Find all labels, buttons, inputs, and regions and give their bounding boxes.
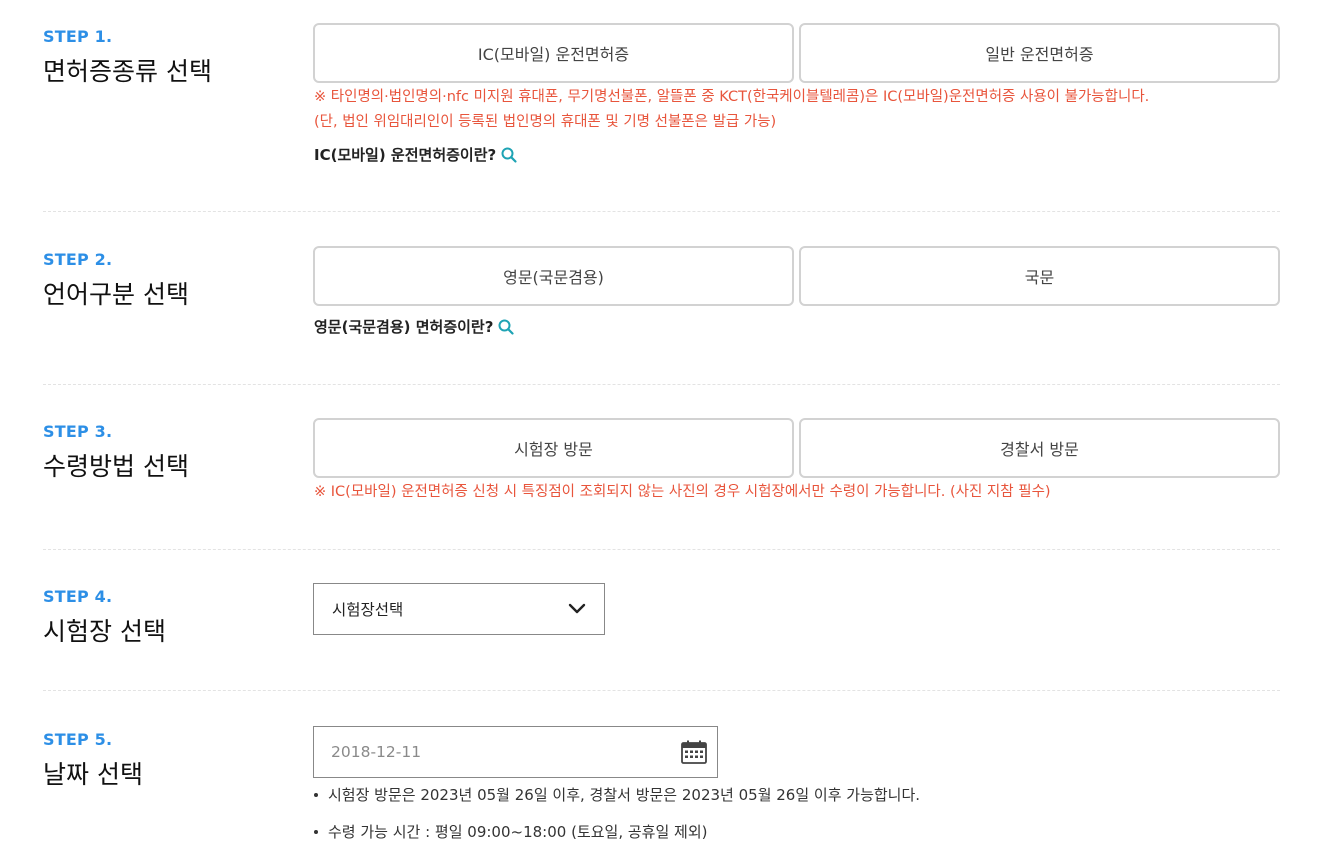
ic-license-info-link[interactable]: IC(모바일) 운전면허증이란? xyxy=(314,144,518,165)
english-license-info-label: 영문(국문겸용) 면허증이란? xyxy=(314,318,494,336)
step-4-number: STEP 4. xyxy=(43,587,113,606)
step-4-title: 시험장 선택 xyxy=(43,617,166,646)
step-2-title: 언어구분 선택 xyxy=(43,280,189,309)
step-3-title: 수령방법 선택 xyxy=(43,452,189,481)
language-korean-button[interactable]: 국문 xyxy=(799,246,1280,306)
date-note-1: 시험장 방문은 2023년 05월 26일 이후, 경찰서 방문은 2023년 … xyxy=(314,784,920,805)
divider xyxy=(43,690,1280,691)
pickup-police-station-button[interactable]: 경찰서 방문 xyxy=(799,418,1280,478)
license-type-warning-1: ※ 타인명의·법인명의·nfc 미지원 휴대폰, 무기명선불폰, 알뜰폰 중 K… xyxy=(314,89,1150,105)
divider xyxy=(43,549,1280,550)
step-5-title: 날짜 선택 xyxy=(43,760,143,789)
test-center-select[interactable]: 시험장선택 xyxy=(313,583,605,635)
language-english-button[interactable]: 영문(국문겸용) xyxy=(313,246,794,306)
date-input-value: 2018-12-11 xyxy=(331,743,422,761)
license-type-ic-mobile-button[interactable]: IC(모바일) 운전면허증 xyxy=(313,23,794,83)
chevron-down-icon xyxy=(568,603,586,614)
license-type-warning-2: (단, 법인 위임대리인이 등록된 법인명의 휴대폰 및 기명 선불폰은 발급 … xyxy=(314,114,777,130)
bullet xyxy=(314,792,318,797)
english-license-info-link[interactable]: 영문(국문겸용) 면허증이란? xyxy=(314,316,515,337)
step-1-number: STEP 1. xyxy=(43,27,113,46)
step-2-number: STEP 2. xyxy=(43,250,113,269)
search-icon[interactable] xyxy=(497,318,515,336)
search-icon[interactable] xyxy=(500,146,518,164)
calendar-icon[interactable] xyxy=(681,740,707,764)
step-5-number: STEP 5. xyxy=(43,730,113,749)
test-center-select-value: 시험장선택 xyxy=(332,601,404,619)
pickup-test-center-button[interactable]: 시험장 방문 xyxy=(313,418,794,478)
step-1-title: 면허증종류 선택 xyxy=(43,57,212,86)
ic-license-info-label: IC(모바일) 운전면허증이란? xyxy=(314,146,497,164)
license-type-regular-button[interactable]: 일반 운전면허증 xyxy=(799,23,1280,83)
date-note-2: 수령 가능 시간 : 평일 09:00~18:00 (토요일, 공휴일 제외) xyxy=(314,821,708,842)
date-input[interactable]: 2018-12-11 xyxy=(313,726,718,778)
date-note-1-text: 시험장 방문은 2023년 05월 26일 이후, 경찰서 방문은 2023년 … xyxy=(328,786,921,804)
divider xyxy=(43,211,1280,212)
date-note-2-text: 수령 가능 시간 : 평일 09:00~18:00 (토요일, 공휴일 제외) xyxy=(328,823,708,841)
pickup-warning: ※ IC(모바일) 운전면허증 신청 시 특징점이 조회되지 않는 사진의 경우… xyxy=(314,484,1051,500)
step-3-number: STEP 3. xyxy=(43,422,113,441)
divider xyxy=(43,384,1280,385)
bullet xyxy=(314,829,318,834)
